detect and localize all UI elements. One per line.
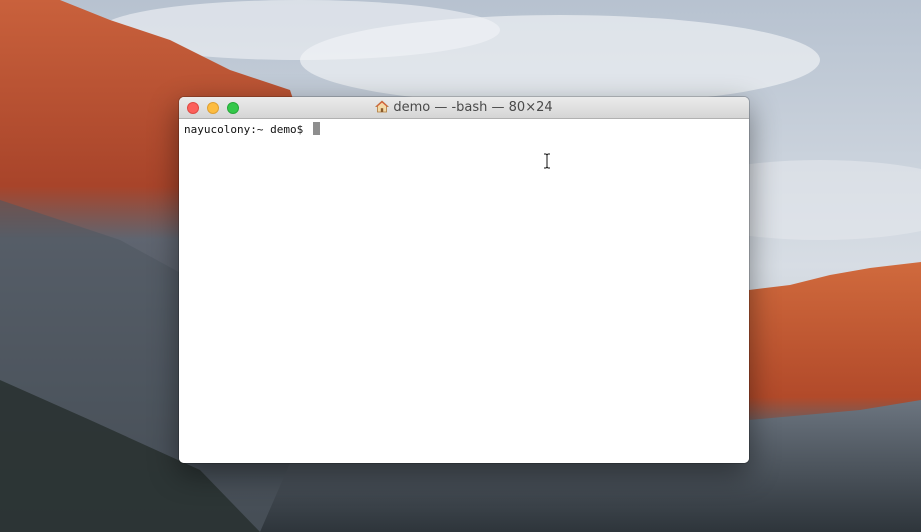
home-icon xyxy=(375,100,390,113)
terminal-content[interactable]: nayucolony:~ demo$ xyxy=(179,119,749,463)
window-title: demo — -bash — 80×24 xyxy=(393,100,553,115)
text-cursor xyxy=(312,122,320,135)
ibeam-cursor-icon xyxy=(544,153,550,169)
terminal-window[interactable]: demo — -bash — 80×24 nayucolony:~ demo$ xyxy=(179,97,749,463)
shell-prompt: nayucolony:~ demo$ xyxy=(184,123,310,136)
desktop: demo — -bash — 80×24 nayucolony:~ demo$ xyxy=(0,0,921,532)
title-bar[interactable]: demo — -bash — 80×24 xyxy=(179,97,749,119)
window-title-area: demo — -bash — 80×24 xyxy=(179,97,749,118)
prompt-line: nayucolony:~ demo$ xyxy=(184,122,744,137)
